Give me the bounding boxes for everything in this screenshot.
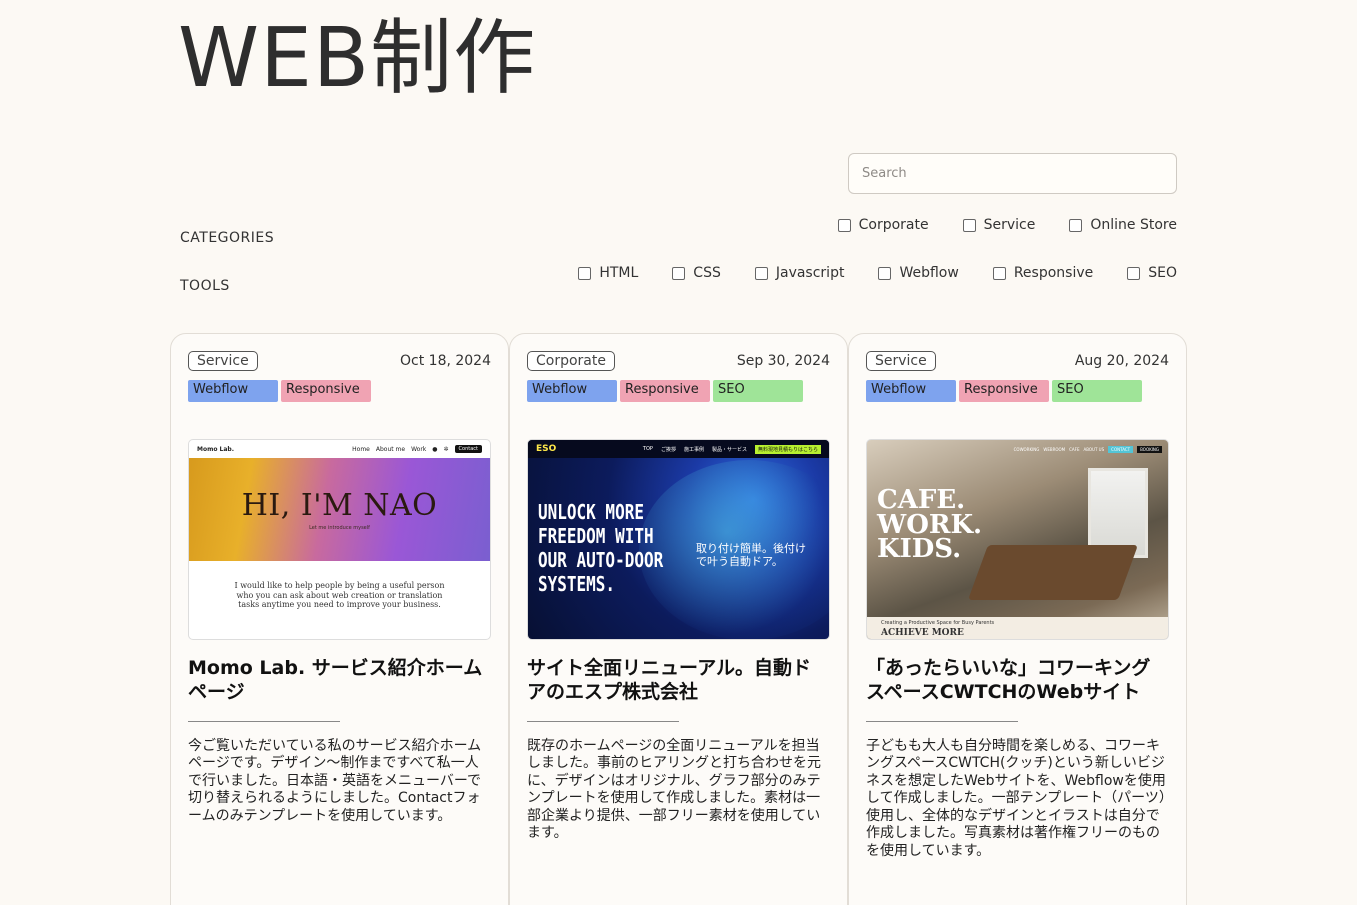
- checkbox[interactable]: [578, 266, 592, 280]
- category-filters: Corporate Service Online Store: [837, 217, 1177, 233]
- thumb-nav-item: Home: [352, 445, 370, 453]
- thumb-booking: BOOKING: [1137, 445, 1162, 453]
- checkbox[interactable]: [1069, 218, 1083, 232]
- thumb-cta: 無料現地見積もりはこちら: [754, 444, 821, 454]
- tag-responsive: Responsive: [281, 380, 371, 402]
- thumb-jp-text: 取り付け簡単。後付けで叶う自動ドア。: [696, 542, 806, 568]
- divider: [866, 720, 1018, 722]
- card-title[interactable]: 「あったらいいな」コワーキングスペースCWTCHのWebサイト: [866, 657, 1169, 705]
- date: Aug 20, 2024: [1074, 353, 1169, 369]
- settings-icon: ✲: [443, 445, 449, 453]
- thumb-nav-item: CAFE: [1069, 446, 1080, 452]
- thumb-headline: HI, I'M NAO: [241, 488, 438, 523]
- thumb-brand: Momo Lab.: [197, 445, 235, 453]
- filter-webflow[interactable]: Webflow: [878, 265, 959, 281]
- tag-list: Webflow Responsive SEO: [866, 380, 1169, 402]
- thumb-subtext: Let me introduce myself: [309, 525, 370, 531]
- thumbnail[interactable]: Momo Lab. Home About me Work ● ✲ Contact…: [188, 439, 491, 640]
- thumb-nav-item: TOP: [642, 446, 653, 452]
- card-description: 今ご覧いただいている私のサービス紹介ホームページです。デザイン〜制作まですべて私…: [188, 737, 482, 824]
- thumb-nav-item: ABOUT US: [1083, 446, 1105, 452]
- date: Oct 18, 2024: [400, 353, 491, 369]
- thumb-nav-item: COWORKING: [1013, 446, 1040, 452]
- tag-responsive: Responsive: [620, 380, 710, 402]
- search-input[interactable]: [848, 153, 1177, 194]
- divider: [188, 720, 340, 722]
- divider: [527, 720, 679, 722]
- card-description: 子どもも大人も自分時間を楽しめる、コワーキングスペースCWTCH(クッチ)という…: [866, 737, 1166, 859]
- filter-service[interactable]: Service: [962, 217, 1035, 233]
- thumb-contact-button: Contact: [454, 445, 482, 453]
- work-card[interactable]: Corporate Sep 30, 2024 Webflow Responsiv…: [509, 333, 848, 905]
- thumb-nav-item: 製品・サービス: [711, 446, 747, 453]
- filter-online-store[interactable]: Online Store: [1069, 217, 1177, 233]
- checkbox[interactable]: [878, 266, 892, 280]
- tag-webflow: Webflow: [866, 380, 956, 402]
- thumb-nav-item: WEBROOM: [1043, 446, 1066, 452]
- tag-list: Webflow Responsive SEO: [527, 380, 830, 402]
- github-icon: ●: [432, 445, 438, 453]
- tool-filters: HTML CSS Javascript Webflow Responsive S…: [578, 265, 1177, 281]
- card-description: 既存のホームページの全面リニューアルを担当しました。事前のヒアリングと打ち合わせ…: [527, 737, 821, 842]
- category-badge: Corporate: [527, 351, 615, 371]
- thumb-headline: CAFE. WORK. KIDS.: [877, 485, 983, 565]
- checkbox[interactable]: [1127, 266, 1141, 280]
- thumb-nav-item: Work: [411, 445, 427, 453]
- filter-javascript[interactable]: Javascript: [754, 265, 844, 281]
- filter-corporate[interactable]: Corporate: [837, 217, 929, 233]
- tag-responsive: Responsive: [959, 380, 1049, 402]
- tag-seo: SEO: [713, 380, 803, 402]
- filter-html[interactable]: HTML: [578, 265, 638, 281]
- filter-seo[interactable]: SEO: [1127, 265, 1177, 281]
- card-title[interactable]: サイト全面リニューアル。自動ドアのエスプ株式会社: [527, 657, 830, 705]
- category-badge: Service: [866, 351, 936, 371]
- thumb-footer: Creating a Productive Space for Busy Par…: [867, 617, 1168, 639]
- thumb-body: I would like to help people by being a u…: [234, 581, 445, 610]
- tag-webflow: Webflow: [527, 380, 617, 402]
- thumb-nav-item: 施工事例: [683, 446, 704, 453]
- filter-responsive[interactable]: Responsive: [992, 265, 1093, 281]
- filter-css[interactable]: CSS: [672, 265, 721, 281]
- checkbox[interactable]: [962, 218, 976, 232]
- work-cards: Service Oct 18, 2024 Webflow Responsive …: [170, 333, 1187, 905]
- thumbnail[interactable]: ESO TOP ご挨拶 施工事例 製品・サービス 無料現地見積もりはこちら UN…: [527, 439, 830, 640]
- date: Sep 30, 2024: [736, 353, 830, 369]
- thumb-nav-item: ご挨拶: [660, 446, 676, 453]
- thumbnail[interactable]: COWORKING WEBROOM CAFE ABOUT US CONTACT …: [866, 439, 1169, 640]
- card-title[interactable]: Momo Lab. サービス紹介ホームページ: [188, 657, 491, 705]
- work-card[interactable]: Service Oct 18, 2024 Webflow Responsive …: [170, 333, 509, 905]
- tag-webflow: Webflow: [188, 380, 278, 402]
- tag-list: Webflow Responsive: [188, 380, 491, 402]
- categories-label: CATEGORIES: [180, 230, 275, 246]
- work-card[interactable]: Service Aug 20, 2024 Webflow Responsive …: [848, 333, 1187, 905]
- tag-seo: SEO: [1052, 380, 1142, 402]
- tools-label: TOOLS: [180, 278, 230, 294]
- page-title: WEB制作: [178, 11, 537, 106]
- thumb-logo: ESO: [536, 444, 557, 454]
- thumb-headline: UNLOCK MORE FREEDOM WITH OUR AUTO-DOOR S…: [538, 500, 664, 596]
- checkbox[interactable]: [754, 266, 768, 280]
- category-badge: Service: [188, 351, 258, 371]
- checkbox[interactable]: [837, 218, 851, 232]
- thumb-contact: CONTACT: [1108, 445, 1134, 453]
- thumb-nav-item: About me: [375, 445, 406, 453]
- checkbox[interactable]: [992, 266, 1006, 280]
- checkbox[interactable]: [672, 266, 686, 280]
